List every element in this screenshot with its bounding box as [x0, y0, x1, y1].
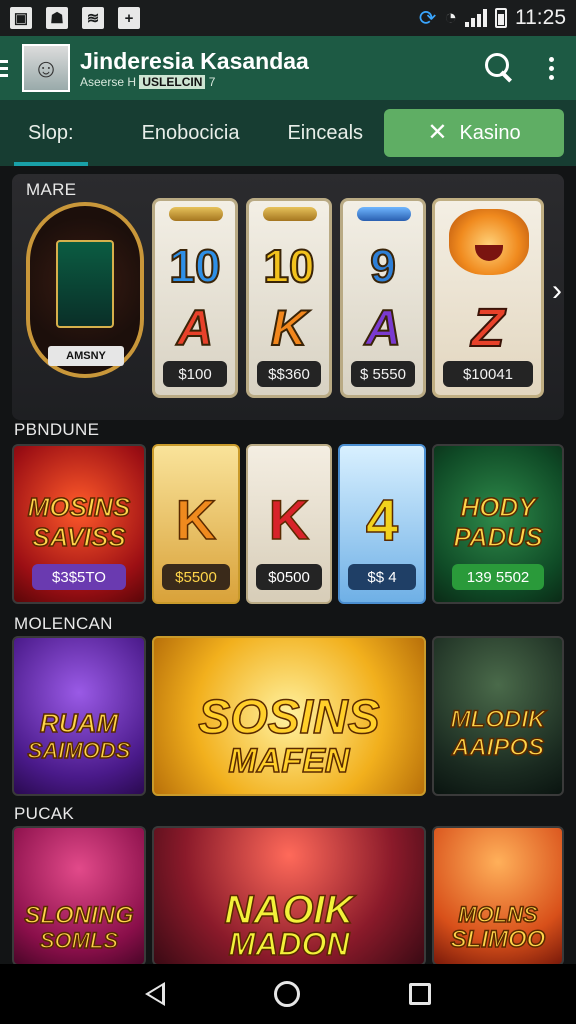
game-card-hody[interactable]: HODY PADUS 139 5502	[432, 444, 564, 604]
wheel-label: AMSNY	[48, 346, 124, 366]
chevron-right-icon[interactable]: ›	[552, 274, 562, 308]
game-card-mosins[interactable]: MOSINS SAVISS $3$5TO	[12, 444, 146, 604]
section-title-featured: MARE	[26, 180, 77, 199]
game-letter: K	[268, 488, 310, 551]
reel-letter: A	[364, 299, 402, 357]
game-price: $5500	[162, 564, 230, 590]
game-title-bottom: SLIMOO	[450, 926, 546, 953]
section-title-last: PUCAK	[14, 804, 75, 823]
system-nav-bar	[0, 964, 576, 1024]
home-icon[interactable]	[273, 981, 300, 1007]
game-title-bottom: SAIMODS	[27, 738, 131, 763]
game-title-bottom: MAFEN	[228, 742, 350, 780]
reel-price: $ 5550	[351, 361, 415, 387]
game-title-bottom: PADUS	[453, 522, 544, 552]
notification-icons: ▣ ☗ ≋ +	[10, 7, 140, 29]
tiger-price: $10041	[443, 361, 533, 387]
game-card-k-red[interactable]: K $0500	[246, 444, 332, 604]
game-letter: K	[175, 488, 217, 551]
avatar[interactable]: ☺	[22, 44, 70, 92]
featured-carousel[interactable]: MARE AMSNY 10 A $100 10 K $$360 9 A $ 55…	[12, 174, 564, 420]
tiger-game-card[interactable]: Z $10041	[432, 198, 544, 398]
game-title-bottom: SAVISS	[32, 522, 127, 552]
game-title-bottom: SOMLS	[39, 928, 119, 953]
game-card-naoik[interactable]: NAOIK MADON	[152, 826, 426, 964]
section-title-more: MOLENCAN	[14, 614, 113, 633]
status-time: 11:25	[515, 6, 566, 29]
game-title-bottom: AAIPOS	[451, 734, 545, 761]
app-subtitle: Aseerse H USLELCIN 7	[80, 74, 309, 89]
game-title-top: MOSINS	[27, 492, 131, 522]
signal-icon	[465, 9, 487, 27]
tiger-letter: Z	[471, 297, 506, 359]
reel-number: 10	[262, 239, 315, 293]
game-card-sloning[interactable]: SLONING SOMLS	[12, 826, 146, 964]
game-card-molns[interactable]: MOLNS SLIMOO	[432, 826, 564, 964]
close-icon[interactable]: ✕	[427, 121, 447, 145]
section-title-popular: PBNDUNE	[14, 420, 100, 439]
wheel-game-card[interactable]: AMSNY	[26, 202, 144, 378]
game-price: 139 5502	[452, 564, 544, 590]
reel-number: 10	[168, 239, 221, 293]
game-title-top: NAOIK	[224, 888, 354, 932]
android-icon: ☗	[46, 7, 68, 29]
tab-kasino-label: Kasino	[459, 121, 521, 144]
tab-slop[interactable]: Slop:	[14, 100, 88, 166]
game-price: $0500	[256, 564, 322, 590]
game-card-mlodik[interactable]: MLODIK AAIPOS	[432, 636, 564, 796]
cloud-icon: ≋	[82, 7, 104, 29]
subtitle-suffix: 7	[208, 74, 216, 89]
app-title: Jinderesia Kasandaa	[80, 47, 309, 74]
wifi-icon: ◔	[444, 6, 457, 29]
game-price: $3$5TO	[32, 564, 126, 590]
game-title-top: SOSINS	[198, 691, 381, 744]
wheel-center	[56, 240, 114, 328]
game-title-top: MLODIK	[450, 706, 546, 733]
game-title-top: RUAM	[39, 708, 119, 738]
game-card-ruam[interactable]: RUAM SAIMODS	[12, 636, 146, 796]
subtitle-badge: USLELCIN	[139, 74, 206, 89]
back-icon[interactable]	[144, 982, 165, 1006]
tab-enobocicia[interactable]: Enobocicia	[128, 100, 254, 166]
game-price: $$ 4	[348, 564, 416, 590]
reel-letter: A	[176, 299, 214, 357]
reel-price: $$360	[257, 361, 321, 387]
game-list[interactable]: MARE AMSNY 10 A $100 10 K $$360 9 A $ 55…	[0, 166, 576, 964]
reel-card-1[interactable]: 10 A $100	[152, 198, 238, 398]
reel-card-3[interactable]: 9 A $ 5550	[340, 198, 426, 398]
reel-price: $100	[163, 361, 227, 387]
game-card-sosins[interactable]: SOSINS MAFEN	[152, 636, 426, 796]
game-letter: 4	[365, 488, 399, 553]
game-card-4[interactable]: 4 $$ 4	[338, 444, 426, 604]
game-title-top: MOLNS	[458, 902, 539, 927]
game-title-top: HODY	[460, 492, 537, 522]
game-title-top: SLONING	[24, 902, 135, 929]
menu-icon[interactable]	[0, 59, 8, 77]
game-title-bottom: MADON	[228, 926, 350, 962]
gallery-icon: ▣	[10, 7, 32, 29]
more-options-icon[interactable]	[549, 56, 554, 80]
reel-letter: K	[270, 299, 308, 357]
battery-icon	[495, 8, 507, 28]
tab-kasino[interactable]: ✕ Kasino	[384, 109, 564, 157]
tiger-icon	[449, 209, 529, 275]
status-bar: ▣ ☗ ≋ + ⟳ ◔ 11:25	[0, 0, 576, 36]
app-bar: ☺ Jinderesia Kasandaa Aseerse H USLELCIN…	[0, 36, 576, 100]
tab-einceals[interactable]: Einceals	[273, 100, 377, 166]
sync-icon: ⟳	[418, 6, 437, 30]
reel-number: 9	[369, 239, 397, 293]
reel-card-2[interactable]: 10 K $$360	[246, 198, 332, 398]
plus-icon: +	[118, 7, 140, 29]
tab-bar: Slop: Enobocicia Einceals ✕ Kasino	[0, 100, 576, 166]
recent-apps-icon[interactable]	[409, 983, 432, 1005]
subtitle-prefix: Aseerse H	[80, 74, 137, 89]
game-card-k-gold[interactable]: K $5500	[152, 444, 240, 604]
search-icon[interactable]	[485, 53, 515, 83]
